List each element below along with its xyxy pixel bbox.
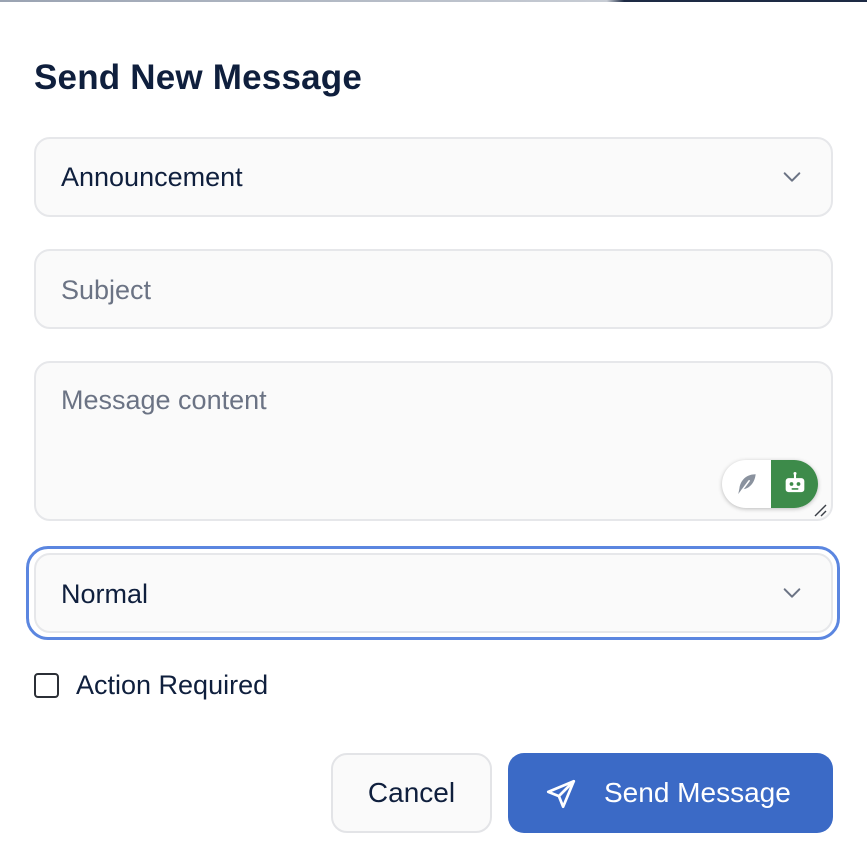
ai-assistant-button[interactable]: [771, 460, 818, 508]
message-type-value: Announcement: [61, 162, 243, 192]
writing-tools-pill: [722, 460, 818, 508]
cancel-button[interactable]: Cancel: [331, 753, 492, 833]
action-required-checkbox[interactable]: [34, 673, 59, 698]
subject-input[interactable]: Subject: [34, 249, 833, 329]
action-required-label[interactable]: Action Required: [76, 670, 268, 701]
robot-icon: [785, 471, 804, 493]
writing-assist-button[interactable]: [722, 460, 771, 508]
subject-placeholder: Subject: [61, 275, 152, 305]
feather-icon: [737, 474, 756, 495]
message-type-select[interactable]: Announcement: [34, 137, 833, 217]
message-content-placeholder: Message content: [61, 385, 267, 415]
resize-handle-icon[interactable]: [812, 502, 828, 518]
priority-select[interactable]: Normal: [34, 553, 833, 633]
send-message-label: Send Message: [604, 777, 791, 808]
dialog-title: Send New Message: [34, 58, 363, 97]
message-content-textarea[interactable]: Message content: [34, 361, 833, 521]
chevron-down-icon: [783, 172, 801, 182]
paper-plane-icon: [546, 779, 576, 809]
priority-value: Normal: [61, 579, 149, 609]
send-message-dialog: Send New Message Announcement Subject Me…: [0, 0, 867, 867]
chevron-down-icon: [783, 588, 801, 598]
send-message-button[interactable]: Send Message: [508, 753, 833, 833]
